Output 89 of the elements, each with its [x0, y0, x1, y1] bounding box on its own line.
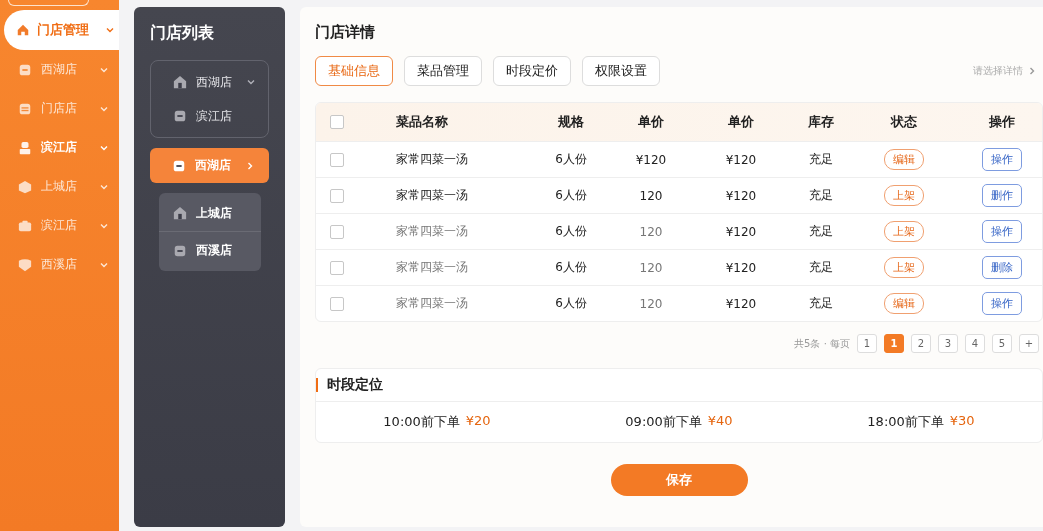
table-cell-text: 家常四菜一汤: [396, 295, 469, 312]
page-button[interactable]: 4: [965, 334, 985, 353]
store-icon: [173, 75, 188, 89]
panel-title: 门店列表: [150, 23, 216, 44]
tab[interactable]: 基础信息: [315, 56, 393, 86]
chevron-down-icon: [105, 25, 116, 35]
table-cell-text: 家常四菜一汤: [396, 151, 469, 168]
table-cell-text: 充足: [808, 223, 834, 240]
status-badge: 编辑: [884, 293, 924, 314]
status-badge: 上架: [884, 257, 924, 278]
column-header: 操作: [988, 113, 1016, 131]
table-cell-text: 6人份: [554, 187, 588, 204]
store-icon: [16, 23, 30, 37]
table-cell-text: 120: [638, 260, 664, 275]
store-icon: [173, 109, 188, 123]
chevron-right-icon: [1027, 66, 1037, 76]
page-button[interactable]: 3: [938, 334, 958, 353]
action-button[interactable]: 操作: [982, 148, 1022, 171]
slot-label: 10:00前下单: [383, 413, 460, 431]
page-button[interactable]: 1: [857, 334, 877, 353]
table-cell-text: 充足: [808, 295, 834, 312]
page-button[interactable]: 5: [992, 334, 1012, 353]
action-button[interactable]: 删除: [982, 256, 1022, 279]
table-cell-text: 家常四菜一汤: [396, 259, 469, 276]
column-header: 库存: [807, 113, 835, 131]
checkbox[interactable]: [330, 224, 344, 239]
sidebar-item[interactable]: 门店管理: [4, 10, 120, 50]
column-header: 单价: [637, 113, 665, 131]
store-icon: [18, 62, 32, 77]
store-icon: [173, 206, 188, 220]
table-cell-text: 6人份: [554, 259, 588, 276]
action-button[interactable]: 操作: [982, 292, 1022, 315]
table-cell-text: ¥120: [724, 296, 758, 311]
section-title: 时段定位: [327, 376, 383, 394]
slot-price: ¥20: [465, 413, 491, 430]
status-badge: 上架: [884, 221, 924, 242]
status-badge: 编辑: [884, 149, 924, 170]
checkbox[interactable]: [330, 296, 344, 311]
page-button[interactable]: 2: [911, 334, 931, 353]
table-cell-text: ¥120: [724, 188, 758, 203]
store-item[interactable]: 西湖店: [151, 65, 268, 99]
table-cell-text: 120: [638, 296, 664, 311]
action-button[interactable]: 操作: [982, 220, 1022, 243]
table-cell-text: 6人份: [554, 295, 588, 312]
tab[interactable]: 权限设置: [582, 56, 660, 86]
store-icon: [18, 218, 32, 233]
slot-label: 09:00前下单: [625, 413, 702, 431]
slot-price: ¥40: [707, 413, 733, 430]
accent-bar: [316, 378, 318, 392]
tab[interactable]: 菜品管理: [404, 56, 482, 86]
column-header: 状态: [889, 113, 918, 131]
table-cell-text: ¥120: [724, 260, 758, 275]
table-cell-text: 家常四菜一汤: [396, 187, 469, 204]
column-header: 菜品名称: [396, 113, 449, 131]
store-icon: [18, 179, 32, 194]
chevron-right-icon: [245, 160, 255, 171]
store-icon: [18, 101, 32, 116]
table-cell-text: ¥120: [724, 152, 758, 167]
store-item[interactable]: 西溪店: [159, 232, 261, 269]
table-cell-text: 6人份: [554, 151, 588, 168]
tab[interactable]: 时段定价: [493, 56, 571, 86]
table-cell-text: 120: [638, 188, 664, 203]
table-cell-text: 6人份: [554, 223, 588, 240]
store-icon: [173, 243, 188, 258]
action-button[interactable]: 删作: [982, 184, 1022, 207]
page-title: 门店详情: [315, 23, 376, 42]
checkbox[interactable]: [330, 152, 344, 167]
table-cell-text: 120: [638, 224, 664, 239]
table-cell-text: ¥120: [634, 152, 668, 167]
store-icon: [18, 140, 32, 155]
slot-price: ¥30: [949, 413, 975, 430]
status-badge: 上架: [884, 185, 924, 206]
checkbox[interactable]: [330, 188, 344, 203]
table-cell-text: ¥120: [724, 224, 758, 239]
page-summary: 共5条 · 每页: [794, 336, 850, 351]
table-cell-text: 充足: [808, 187, 834, 204]
table-cell-text: 充足: [808, 151, 834, 168]
page-button[interactable]: +: [1019, 334, 1039, 353]
store-item[interactable]: 滨江店: [151, 99, 268, 133]
checkbox[interactable]: [330, 260, 344, 275]
slot-label: 18:00前下单: [867, 413, 944, 431]
column-header: 单价: [727, 113, 755, 131]
store-icon: [18, 257, 32, 272]
store-item[interactable]: 上城店: [159, 195, 261, 232]
store-icon: [172, 158, 187, 173]
table-cell-text: 家常四菜一汤: [396, 223, 469, 240]
table-cell-text: 充足: [808, 259, 834, 276]
checkbox[interactable]: [330, 115, 344, 129]
column-header: 规格: [557, 113, 585, 131]
